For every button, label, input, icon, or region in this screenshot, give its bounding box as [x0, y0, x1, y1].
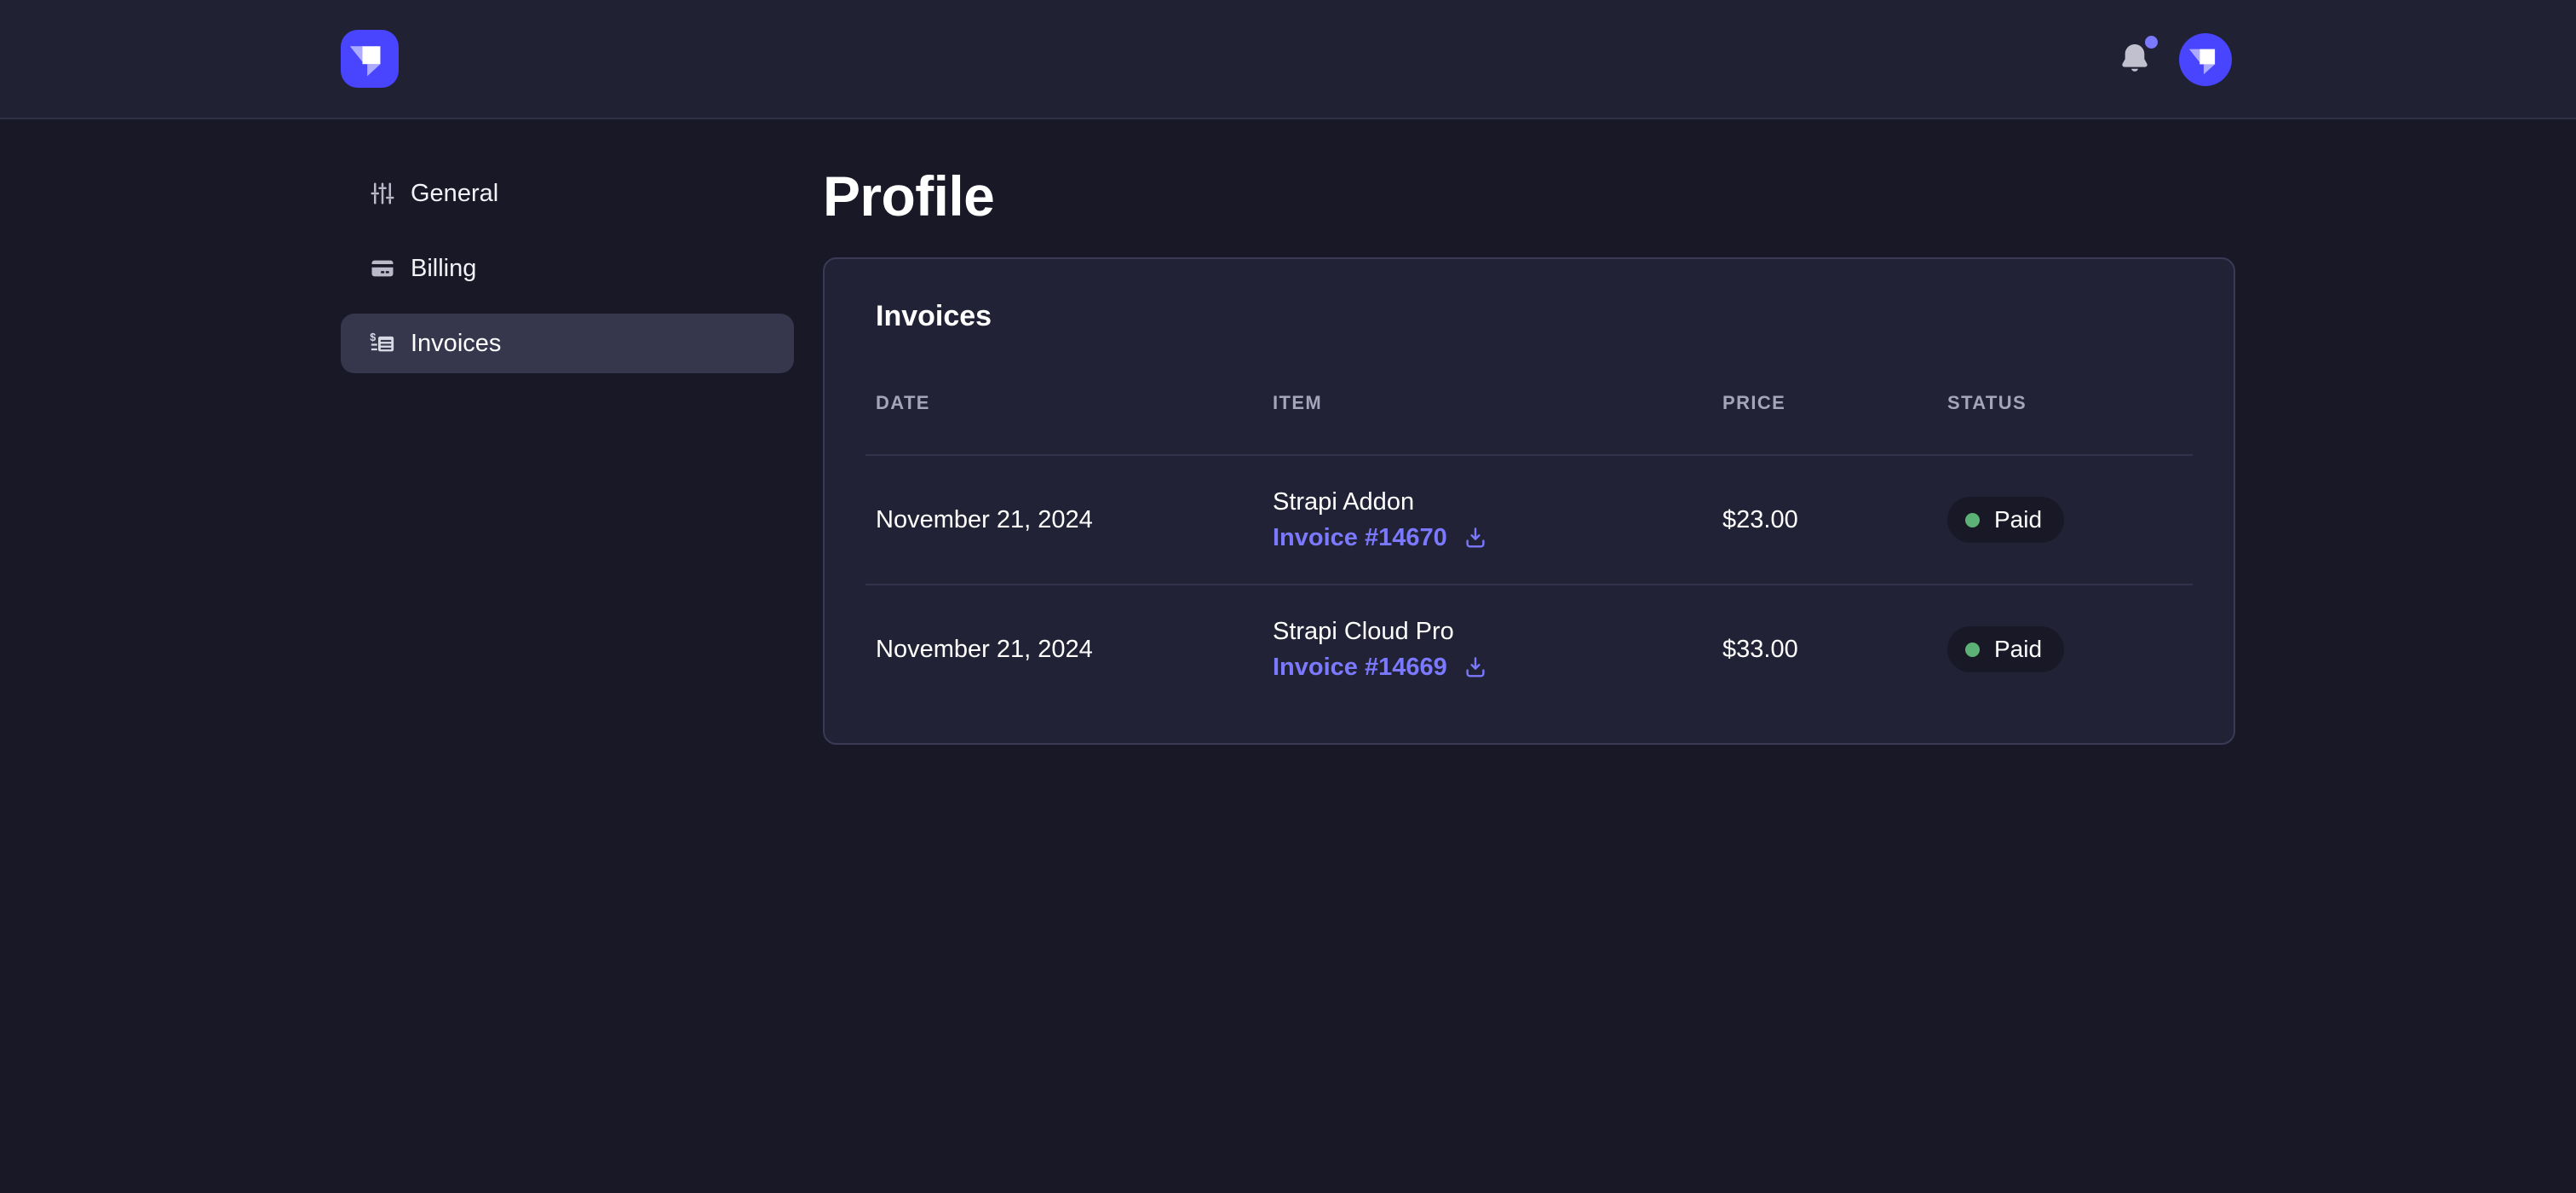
- column-header-date: DATE: [876, 391, 1273, 415]
- invoice-item-cell: Strapi Addon Invoice #14670: [1273, 484, 1722, 556]
- table-row: November 21, 2024 Strapi Cloud Pro Invoi…: [876, 585, 2182, 713]
- invoice-icon: $: [370, 331, 395, 356]
- invoice-price: $23.00: [1722, 506, 1947, 534]
- sliders-icon: [370, 181, 395, 206]
- sidebar-item-invoices[interactable]: $ Invoices: [341, 314, 794, 373]
- status-badge-label: Paid: [1994, 506, 2042, 533]
- status-badge: Paid: [1947, 497, 2064, 543]
- download-icon[interactable]: [1463, 654, 1488, 680]
- download-icon[interactable]: [1463, 525, 1488, 550]
- main-content: Profile Invoices DATE ITEM PRICE STATUS …: [823, 119, 2235, 745]
- column-header-price: PRICE: [1722, 391, 1947, 415]
- strapi-logo-icon: [341, 30, 399, 88]
- invoice-item-name: Strapi Cloud Pro: [1273, 614, 1722, 649]
- paid-status-dot-icon: [1965, 643, 1980, 657]
- avatar[interactable]: [2179, 33, 2232, 86]
- sidebar-item-label: General: [411, 180, 498, 208]
- table-header-row: DATE ITEM PRICE STATUS: [876, 391, 2182, 415]
- svg-text:$: $: [370, 331, 376, 343]
- strapi-logo-button[interactable]: [341, 30, 399, 88]
- settings-sidebar: General Billing $: [341, 164, 794, 373]
- invoice-item-name: Strapi Addon: [1273, 484, 1722, 520]
- sidebar-item-billing[interactable]: Billing: [341, 239, 794, 298]
- invoices-card: Invoices DATE ITEM PRICE STATUS November…: [823, 257, 2235, 745]
- topbar-actions: [2111, 0, 2232, 119]
- invoice-price: $33.00: [1722, 636, 1947, 664]
- strapi-avatar-icon: [2179, 33, 2232, 86]
- invoice-link[interactable]: Invoice #14669: [1273, 649, 1447, 685]
- status-badge: Paid: [1947, 626, 2064, 672]
- invoices-card-title: Invoices: [876, 300, 2182, 333]
- invoice-link[interactable]: Invoice #14670: [1273, 520, 1447, 556]
- invoice-date: November 21, 2024: [876, 636, 1273, 664]
- notification-dot: [2145, 36, 2158, 49]
- invoice-date: November 21, 2024: [876, 506, 1273, 534]
- invoice-status-cell: Paid: [1947, 497, 2182, 543]
- app-root: General Billing $: [0, 0, 2576, 1193]
- topbar: [0, 0, 2576, 119]
- sidebar-item-label: Billing: [411, 255, 476, 283]
- paid-status-dot-icon: [1965, 513, 1980, 527]
- table-row: November 21, 2024 Strapi Addon Invoice #…: [876, 456, 2182, 584]
- sidebar-item-general[interactable]: General: [341, 164, 794, 223]
- column-header-item: ITEM: [1273, 391, 1722, 415]
- sidebar-item-label: Invoices: [411, 330, 501, 358]
- invoice-status-cell: Paid: [1947, 626, 2182, 672]
- column-header-status: STATUS: [1947, 391, 2182, 415]
- invoice-item-cell: Strapi Cloud Pro Invoice #14669: [1273, 614, 1722, 685]
- status-badge-label: Paid: [1994, 636, 2042, 663]
- credit-card-icon: [370, 256, 395, 281]
- page-title: Profile: [823, 164, 2235, 228]
- notifications-button[interactable]: [2111, 36, 2159, 84]
